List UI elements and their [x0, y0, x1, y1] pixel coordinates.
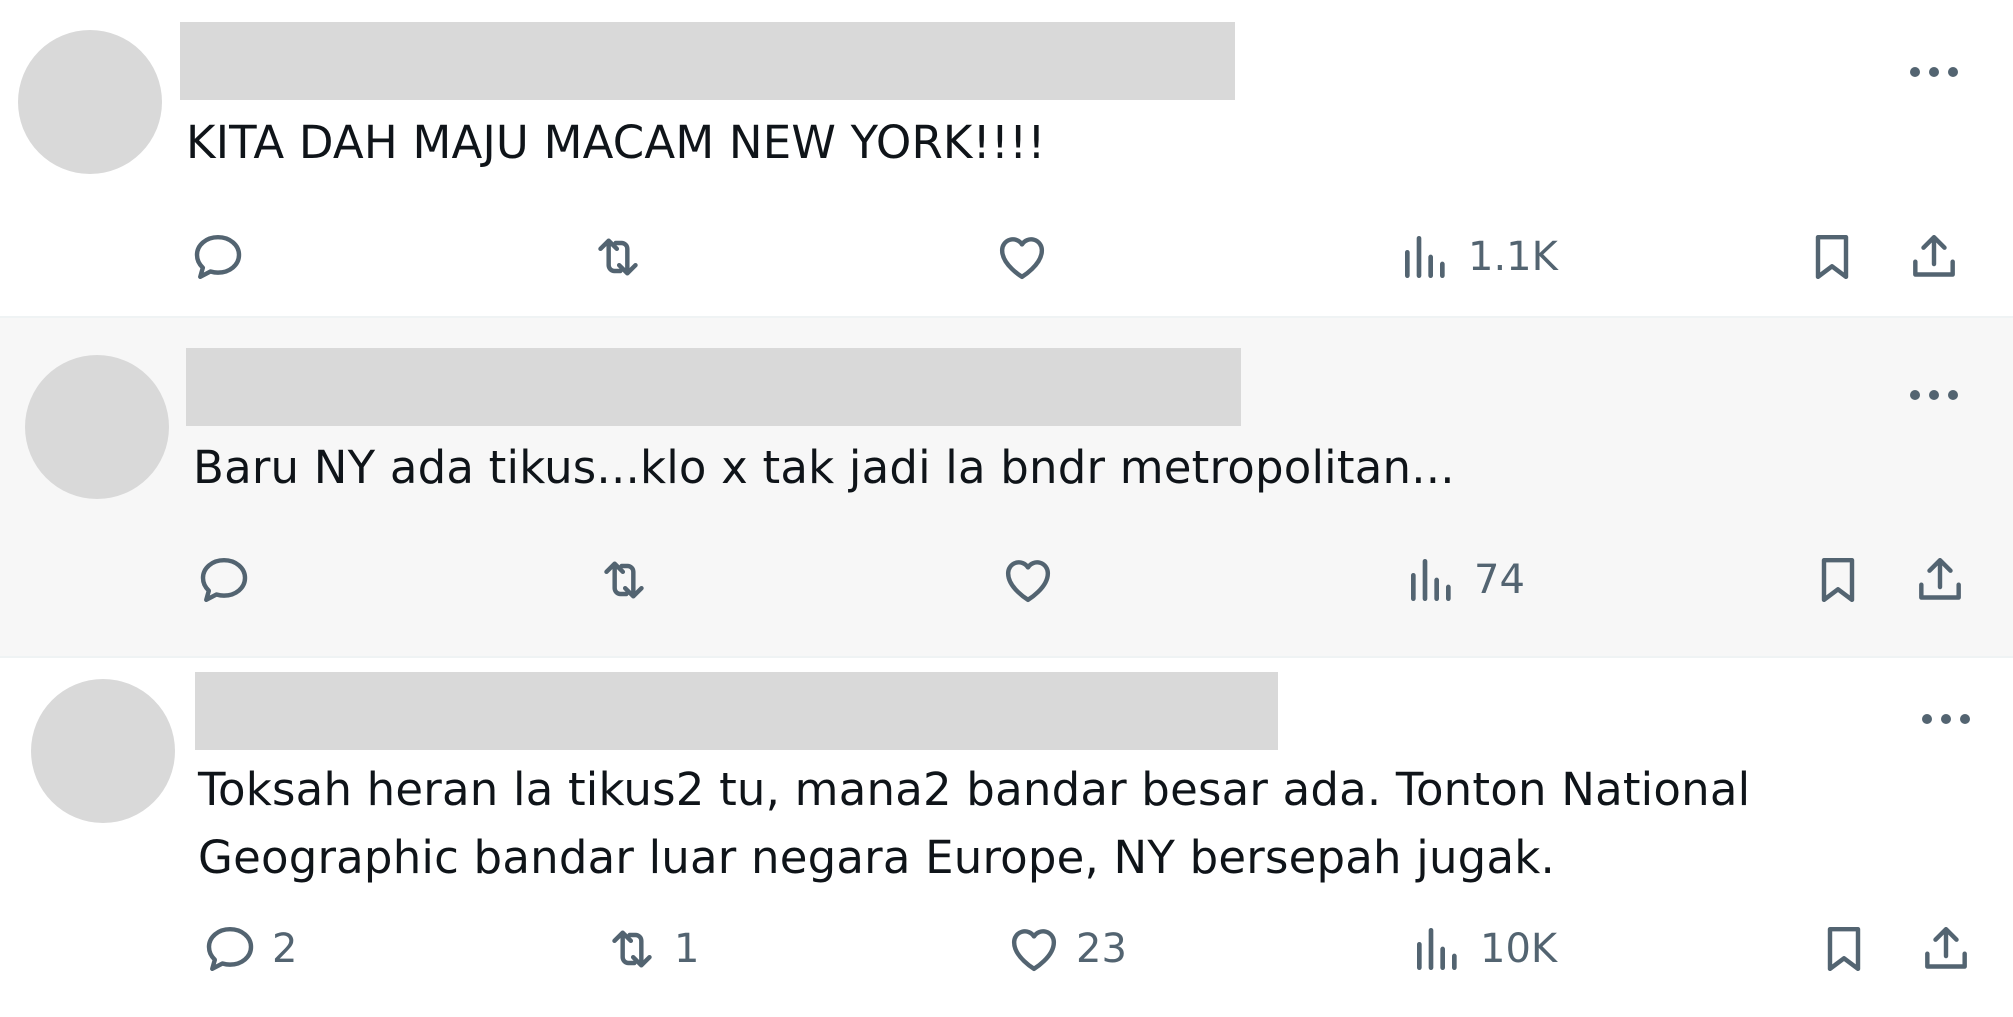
reply-feed: KITA DAH MAJU MACAM NEW YORK!!!! 1.1K Ba… — [0, 0, 2013, 1017]
tweet[interactable]: Toksah heran la tikus2 tu, mana2 bandar … — [0, 658, 2013, 1017]
more-icon — [1922, 714, 1970, 724]
views-count: 1.1K — [1468, 234, 1558, 280]
views-icon — [1417, 928, 1457, 970]
more-options-button[interactable] — [1904, 52, 1964, 92]
like-button[interactable]: 23 — [1006, 914, 1127, 984]
like-icon — [999, 237, 1045, 280]
tweet-text: Baru NY ada tikus...klo x tak jadi la bn… — [193, 441, 1455, 494]
like-icon — [1005, 560, 1051, 603]
bookmark-button[interactable] — [1810, 545, 1866, 615]
bookmark-button[interactable] — [1816, 914, 1872, 984]
more-icon — [1910, 390, 1958, 400]
share-icon — [1919, 557, 1961, 600]
share-button[interactable] — [1912, 545, 1968, 615]
avatar[interactable] — [25, 355, 169, 499]
like-icon — [1011, 929, 1057, 972]
tweet[interactable]: KITA DAH MAJU MACAM NEW YORK!!!! 1.1K — [0, 0, 2013, 316]
tweet-text-line-2: Geographic bandar luar negara Europe, NY… — [198, 831, 1555, 884]
reply-button[interactable] — [196, 545, 266, 615]
views-count: 74 — [1474, 557, 1525, 603]
retweet-count: 1 — [674, 926, 700, 972]
bookmark-icon — [1821, 557, 1855, 603]
redacted-username — [186, 348, 1241, 426]
retweet-button[interactable]: 1 — [604, 914, 699, 984]
views-button[interactable]: 1.1K — [1398, 222, 1558, 292]
like-count: 23 — [1076, 926, 1127, 972]
views-button[interactable]: 74 — [1404, 545, 1525, 615]
bookmark-button[interactable] — [1804, 222, 1860, 292]
reply-icon — [206, 926, 254, 972]
more-options-button[interactable] — [1916, 699, 1976, 739]
redacted-username — [195, 672, 1278, 750]
share-icon — [1913, 234, 1955, 277]
reply-icon — [200, 557, 248, 603]
redacted-username — [180, 22, 1235, 100]
views-icon — [1405, 236, 1445, 278]
like-button[interactable] — [1000, 545, 1070, 615]
views-button[interactable]: 10K — [1410, 914, 1557, 984]
share-button[interactable] — [1918, 914, 1974, 984]
avatar[interactable] — [18, 30, 162, 174]
retweet-button[interactable] — [590, 222, 660, 292]
tweet-text: KITA DAH MAJU MACAM NEW YORK!!!! — [186, 116, 1046, 169]
views-count: 10K — [1480, 926, 1558, 972]
retweet-button[interactable] — [596, 545, 666, 615]
more-options-button[interactable] — [1904, 375, 1964, 415]
retweet-icon — [604, 561, 644, 599]
avatar[interactable] — [31, 679, 175, 823]
bookmark-icon — [1815, 234, 1849, 280]
tweet[interactable]: Baru NY ada tikus...klo x tak jadi la bn… — [0, 318, 2013, 656]
retweet-icon — [612, 930, 652, 968]
more-icon — [1910, 67, 1958, 77]
reply-button[interactable]: 2 — [202, 914, 297, 984]
share-button[interactable] — [1906, 222, 1962, 292]
tweet-text-line-1: Toksah heran la tikus2 tu, mana2 bandar … — [198, 763, 1751, 816]
views-icon — [1411, 559, 1451, 601]
reply-button[interactable] — [190, 222, 260, 292]
bookmark-icon — [1827, 926, 1861, 972]
reply-icon — [194, 234, 242, 280]
retweet-icon — [598, 238, 638, 276]
like-button[interactable] — [994, 222, 1064, 292]
share-icon — [1925, 926, 1967, 969]
reply-count: 2 — [272, 926, 298, 972]
